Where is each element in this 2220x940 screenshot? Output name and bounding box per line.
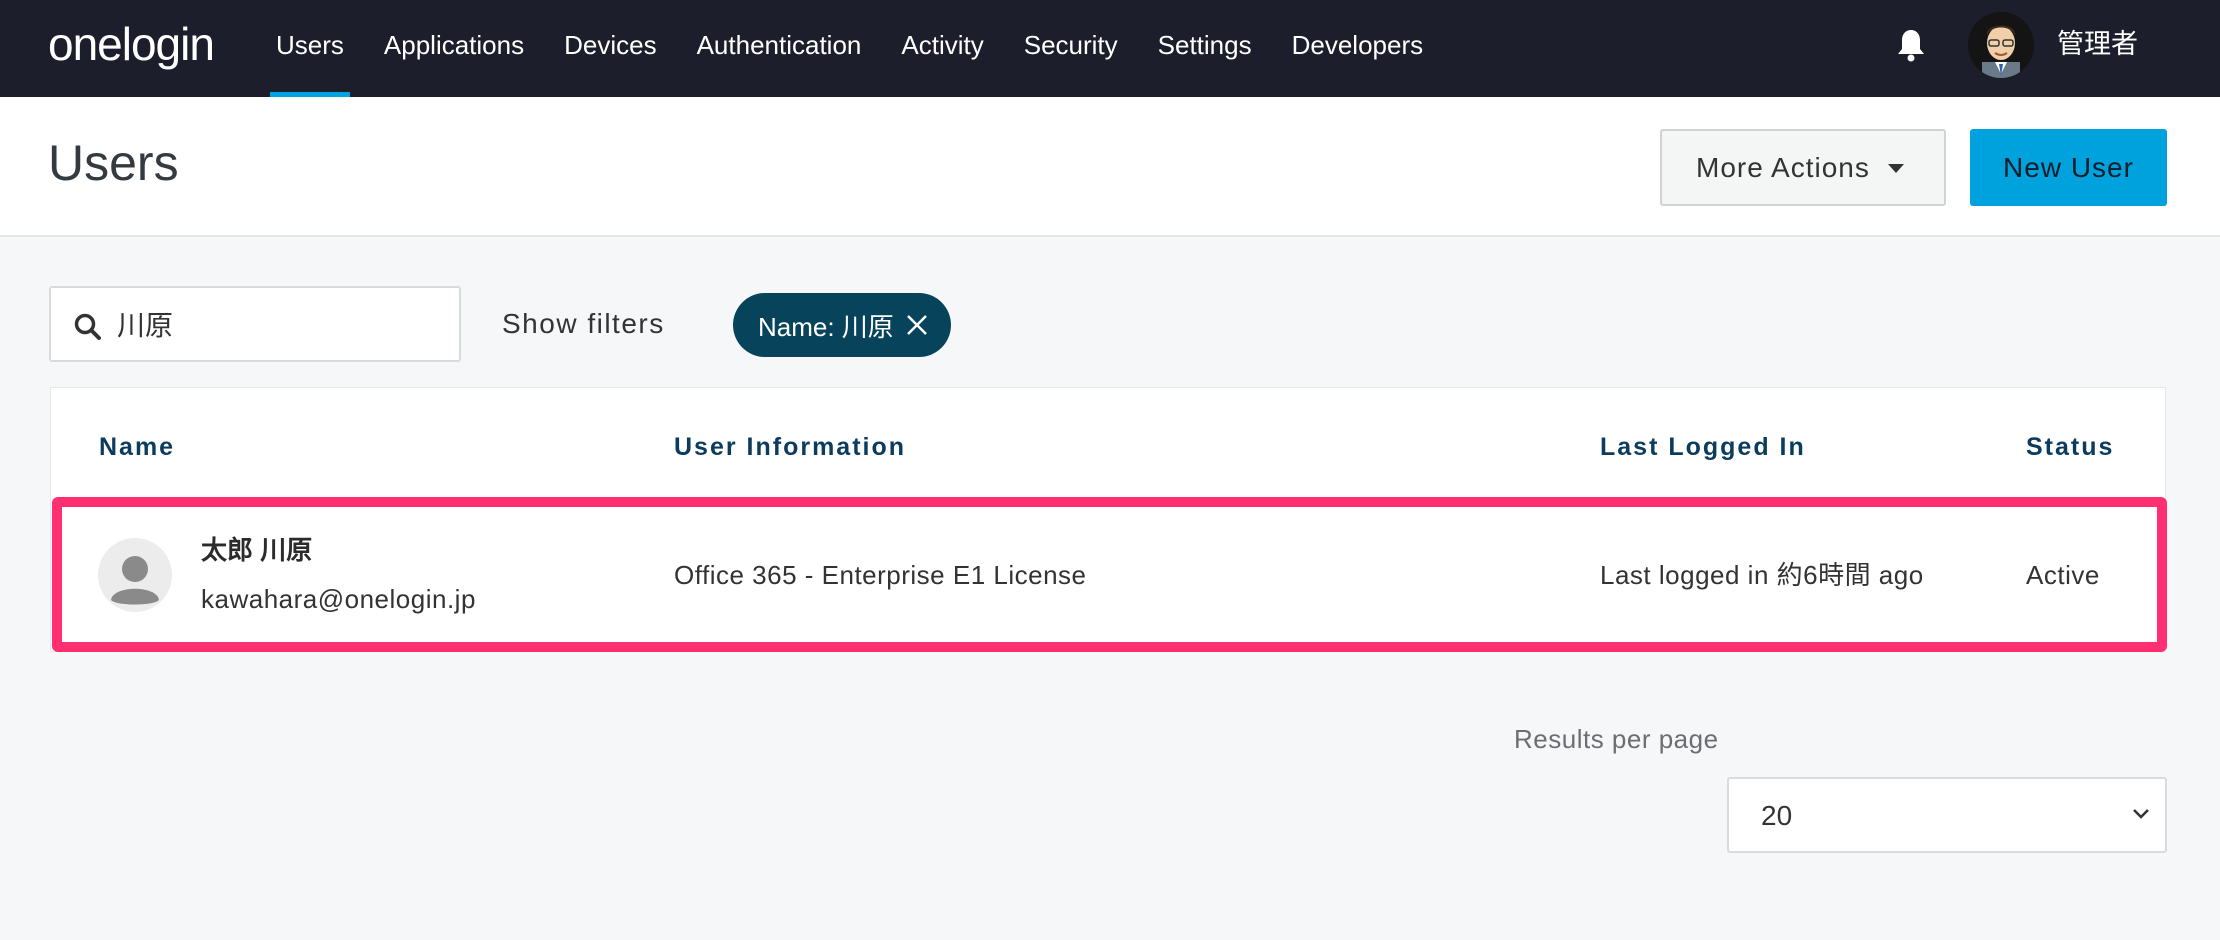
top-navigation: onelogin Users Applications Devices Auth… xyxy=(0,0,2220,97)
nav-item-settings[interactable]: Settings xyxy=(1152,0,1258,97)
nav-item-activity[interactable]: Activity xyxy=(895,0,989,97)
user-avatar[interactable] xyxy=(1968,12,2034,78)
page-title: Users xyxy=(48,135,179,191)
nav-item-authentication[interactable]: Authentication xyxy=(691,0,868,97)
column-header-status[interactable]: Status xyxy=(2026,432,2114,462)
main-nav: Users Applications Devices Authenticatio… xyxy=(270,0,1457,97)
user-email: kawahara@onelogin.jp xyxy=(201,584,476,614)
search-box xyxy=(49,286,461,362)
nav-item-users[interactable]: Users xyxy=(270,0,350,97)
show-filters-link[interactable]: Show filters xyxy=(502,304,665,344)
filter-chip-name: Name: 川原 xyxy=(733,293,951,357)
search-input[interactable] xyxy=(117,288,447,360)
avatar xyxy=(98,538,172,612)
results-per-page-value: 20 xyxy=(1761,800,1793,831)
nav-item-security[interactable]: Security xyxy=(1018,0,1124,97)
column-header-last-logged-in[interactable]: Last Logged In xyxy=(1600,432,1806,462)
column-header-user-information[interactable]: User Information xyxy=(674,432,906,462)
close-icon[interactable] xyxy=(905,313,929,337)
results-per-page-select[interactable]: 20 xyxy=(1727,777,2167,853)
nav-item-developers[interactable]: Developers xyxy=(1286,0,1430,97)
chevron-down-icon xyxy=(2133,809,2149,819)
onelogin-logo[interactable]: onelogin xyxy=(48,14,215,74)
nav-item-devices[interactable]: Devices xyxy=(558,0,662,97)
more-actions-label: More Actions xyxy=(1696,151,1870,183)
status-cell: Active xyxy=(2026,560,2100,590)
user-information-cell: Office 365 - Enterprise E1 License xyxy=(674,560,1087,590)
bell-icon[interactable] xyxy=(1896,28,1926,62)
last-logged-in-cell: Last logged in 約6時間 ago xyxy=(1600,560,1924,590)
nav-item-applications[interactable]: Applications xyxy=(378,0,530,97)
admin-user-name[interactable]: 管理者 xyxy=(2057,26,2138,62)
caret-down-icon xyxy=(1888,164,1904,173)
search-icon xyxy=(74,313,101,340)
results-per-page-label: Results per page xyxy=(1514,724,1719,754)
column-header-name[interactable]: Name xyxy=(99,432,175,462)
user-name[interactable]: 太郎 川原 xyxy=(201,532,312,568)
page-header: Users More Actions New User xyxy=(0,97,2220,237)
filter-chip-label: Name: 川原 xyxy=(758,311,894,342)
new-user-button[interactable]: New User xyxy=(1970,129,2167,206)
more-actions-button[interactable]: More Actions xyxy=(1660,129,1946,206)
